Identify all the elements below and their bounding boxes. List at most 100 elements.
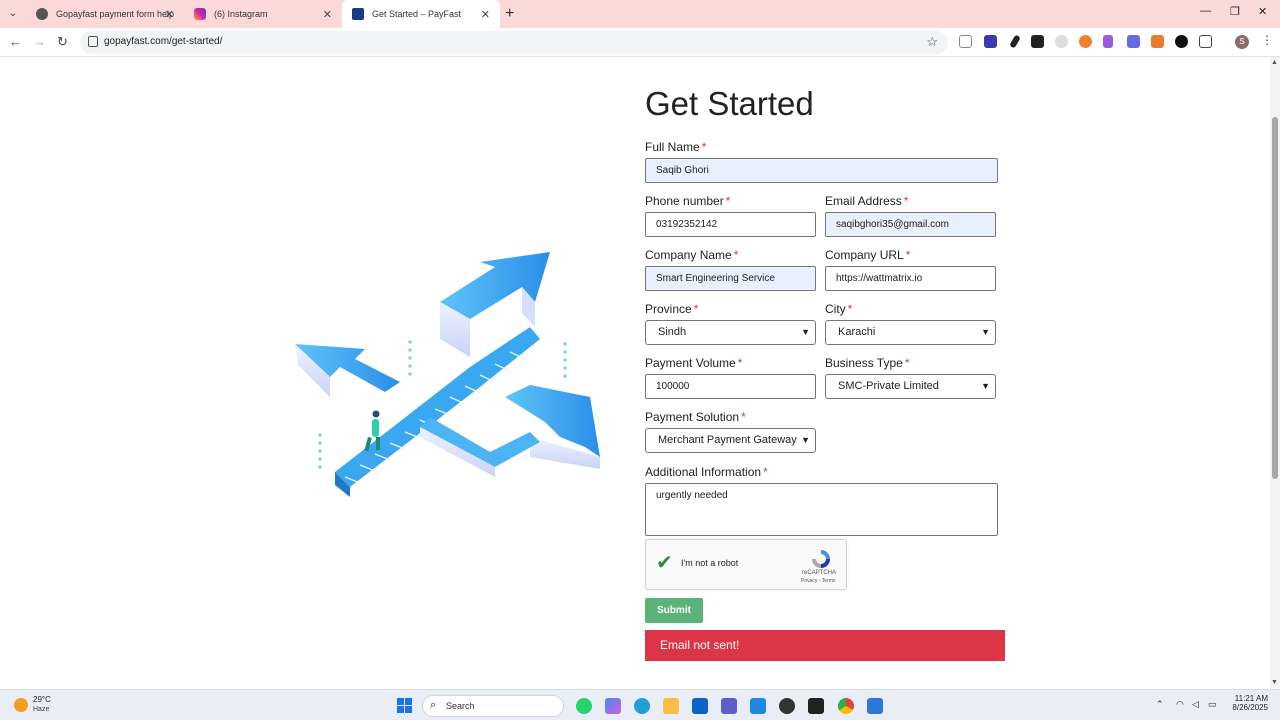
close-tab-icon[interactable]: ✕: [165, 8, 174, 21]
extension-icon[interactable]: [1079, 35, 1092, 48]
close-tab-icon[interactable]: ✕: [323, 8, 332, 21]
browser-menu-icon[interactable]: ⋮: [1261, 33, 1273, 47]
province-label: Province *: [645, 302, 699, 316]
scroll-down-icon[interactable]: ▼: [1271, 679, 1278, 686]
city-selected-value: Karachi: [838, 326, 876, 338]
search-icon: ⌕: [430, 699, 437, 711]
payment-solution-select[interactable]: Merchant Payment Gateway ▼: [645, 428, 816, 453]
recaptcha-widget[interactable]: ✔ I'm not a robot reCAPTCHA Privacy - Te…: [645, 539, 847, 590]
vscode-icon[interactable]: [750, 698, 766, 714]
scrollbar-thumb[interactable]: [1272, 117, 1278, 479]
file-explorer-icon[interactable]: [663, 698, 679, 714]
bookmark-star-icon[interactable]: ☆: [926, 34, 938, 50]
terminal-icon[interactable]: [808, 698, 824, 714]
phone-label: Phone number *: [645, 194, 731, 208]
close-window-icon[interactable]: ✕: [1258, 5, 1267, 18]
extension-icon[interactable]: [984, 35, 997, 48]
chevron-down-icon: ▼: [801, 435, 810, 445]
tab-search-dropdown-icon[interactable]: ⌄: [4, 5, 22, 23]
submit-button[interactable]: Submit: [645, 598, 703, 623]
extension-icon[interactable]: [1031, 35, 1044, 48]
payfast-favicon-icon: [352, 8, 364, 20]
business-type-selected-value: SMC-Private Limited: [838, 380, 939, 392]
email-input[interactable]: saqibghori35@gmail.com: [825, 212, 996, 237]
back-arrow-icon[interactable]: ←: [9, 34, 22, 49]
address-bar[interactable]: gopayfast.com/get-started/ ☆: [80, 31, 948, 54]
tab-instagram[interactable]: (6) Instagram ✕: [184, 0, 342, 28]
checkmark-icon[interactable]: ✔: [656, 550, 673, 575]
chevron-down-icon: ▼: [981, 381, 990, 391]
recaptcha-label: I'm not a robot: [681, 558, 739, 568]
city-select[interactable]: Karachi ▼: [825, 320, 996, 345]
extension-icon[interactable]: [1175, 35, 1188, 48]
phone-input[interactable]: 03192352142: [645, 212, 816, 237]
github-desktop-icon[interactable]: [779, 698, 795, 714]
chevron-down-icon: ▼: [801, 327, 810, 337]
forward-arrow-icon[interactable]: →: [33, 34, 46, 49]
city-label: City *: [825, 302, 853, 316]
site-info-icon[interactable]: [88, 36, 98, 47]
weather-sun-icon[interactable]: [14, 698, 28, 712]
weather-condition[interactable]: Haze: [33, 706, 49, 713]
scroll-up-icon[interactable]: ▲: [1271, 59, 1278, 66]
maximize-icon[interactable]: ❐: [1230, 5, 1240, 18]
chevron-down-icon: ▼: [981, 327, 990, 337]
battery-icon[interactable]: ▭: [1208, 699, 1217, 710]
windows-start-icon[interactable]: [397, 698, 412, 713]
clock-time: 11:21 AM: [1234, 694, 1268, 703]
wifi-icon[interactable]: ◠: [1176, 699, 1184, 710]
company-name-label: Company Name *: [645, 248, 739, 262]
extensions-puzzle-icon[interactable]: [1199, 35, 1212, 48]
company-url-input[interactable]: https://wattmatrix.io: [825, 266, 996, 291]
tab-title: Get Started – PayFast: [372, 9, 462, 19]
search-placeholder: Search: [446, 701, 475, 711]
full-name-input[interactable]: Saqib Ghori: [645, 158, 998, 183]
tab-title: Gopayfast payment form help: [56, 9, 175, 19]
close-tab-icon[interactable]: ✕: [481, 8, 490, 21]
error-alert: Email not sent!: [645, 630, 1005, 661]
recaptcha-links[interactable]: Privacy - Terms: [801, 578, 835, 584]
province-selected-value: Sindh: [658, 326, 687, 338]
tab-strip: ⌄ Gopayfast payment form help ✕ (6) Inst…: [0, 0, 1280, 28]
payment-volume-input[interactable]: 100000: [645, 374, 816, 399]
teams-icon[interactable]: [721, 698, 737, 714]
tray-chevron-up-icon[interactable]: ⌃: [1156, 699, 1164, 710]
tab-title: (6) Instagram: [214, 9, 268, 19]
additional-info-textarea[interactable]: urgently needed: [645, 483, 998, 536]
chatgpt-favicon-icon: [36, 8, 48, 20]
copilot-icon[interactable]: [605, 698, 621, 714]
page-content: Get Started Full Name * Saqib Ghori Phone…: [0, 57, 1270, 689]
chrome-icon[interactable]: [838, 698, 854, 714]
url-text[interactable]: gopayfast.com/get-started/: [104, 36, 222, 47]
taskbar-clock[interactable]: 11:21 AM 8/26/2025: [1228, 694, 1268, 712]
tab-gopayfast-help[interactable]: Gopayfast payment form help ✕: [26, 0, 184, 28]
province-select[interactable]: Sindh ▼: [645, 320, 816, 345]
minimize-icon[interactable]: —: [1200, 5, 1211, 17]
tab-payfast-get-started[interactable]: Get Started – PayFast ✕: [342, 0, 500, 28]
new-tab-plus-icon[interactable]: +: [505, 5, 514, 23]
payment-volume-label: Payment Volume *: [645, 356, 743, 370]
business-type-select[interactable]: SMC-Private Limited ▼: [825, 374, 996, 399]
payment-solution-label: Payment Solution *: [645, 410, 746, 424]
reload-icon[interactable]: ↻: [57, 34, 68, 50]
company-name-input[interactable]: Smart Engineering Service: [645, 266, 816, 291]
weather-temperature[interactable]: 29°C: [33, 695, 51, 704]
outlook-icon[interactable]: [692, 698, 708, 714]
email-label: Email Address *: [825, 194, 909, 208]
app-icon[interactable]: [867, 698, 883, 714]
payment-solution-selected-value: Merchant Payment Gateway: [658, 434, 797, 446]
extension-icon[interactable]: [1103, 35, 1113, 48]
extension-icon[interactable]: [1055, 35, 1068, 48]
extension-icon[interactable]: [1127, 35, 1140, 48]
profile-avatar[interactable]: S: [1235, 35, 1249, 49]
recaptcha-brand: reCAPTCHA: [802, 570, 837, 576]
metamask-extension-icon[interactable]: [1151, 35, 1164, 48]
page-title: Get Started: [645, 85, 814, 122]
taskbar-search[interactable]: ⌕ Search: [422, 695, 564, 717]
growth-stairs-illustration: [295, 252, 600, 497]
clock-date: 8/26/2025: [1232, 703, 1268, 712]
extension-icon[interactable]: [959, 35, 972, 48]
edge-icon[interactable]: [634, 698, 650, 714]
volume-icon[interactable]: ◁: [1192, 699, 1199, 710]
whatsapp-icon[interactable]: [576, 698, 592, 714]
